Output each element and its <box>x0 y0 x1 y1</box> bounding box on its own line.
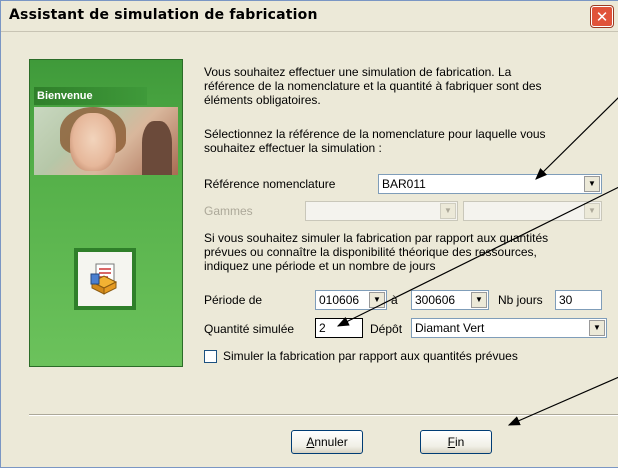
nb-jours-input[interactable]: 30 <box>555 290 602 310</box>
gammes-secondary-combo: ▼ <box>463 201 602 221</box>
nb-jours-label: Nb jours <box>498 293 543 307</box>
welcome-label: Bienvenue <box>34 87 147 105</box>
simulate-forecast-label[interactable]: Simuler la fabrication par rapport aux q… <box>223 349 518 363</box>
annotation-arrow-fin <box>507 376 618 426</box>
depot-combo[interactable]: Diamant Vert ▼ <box>411 318 607 338</box>
fin-button[interactable]: Fin <box>420 430 492 454</box>
calendar-dropdown-icon[interactable]: ▼ <box>471 292 487 308</box>
periode-to-value: 300606 <box>415 293 456 307</box>
select-line-2: souhaitez effectuer la simulation : <box>204 141 382 155</box>
welcome-photo <box>34 107 178 175</box>
fin-label: in <box>455 435 465 449</box>
close-icon: ✕ <box>595 8 609 26</box>
simulate-forecast-checkbox[interactable] <box>204 350 217 363</box>
periode-a-label: à <box>391 293 398 307</box>
periode-from-combo[interactable]: 010606 ▼ <box>315 290 387 310</box>
intro-text: Vous souhaitez effectuer une simulation … <box>204 65 542 107</box>
annotation-arrow-ref <box>535 97 618 180</box>
wizard-window: Assistant de simulation de fabrication ✕… <box>0 0 618 468</box>
periode-from-value: 010606 <box>319 293 360 307</box>
ref-nomenclature-label: Référence nomenclature <box>204 177 336 191</box>
footer-separator <box>29 414 618 416</box>
period-line-3: indiquez une période et un nombre de jou… <box>204 259 436 273</box>
depot-label: Dépôt <box>370 322 403 336</box>
periode-label: Période de <box>204 293 263 307</box>
chevron-down-icon[interactable]: ▼ <box>584 176 600 192</box>
welcome-side-panel: Bienvenue <box>29 59 183 367</box>
depot-value: Diamant Vert <box>415 321 485 335</box>
ref-nomenclature-value: BAR011 <box>382 177 426 191</box>
intro-line-2: référence de la nomenclature et la quant… <box>204 79 542 93</box>
select-line-1: Sélectionnez la référence de la nomencla… <box>204 127 546 141</box>
chevron-down-icon: ▼ <box>584 203 600 219</box>
close-button[interactable]: ✕ <box>591 6 613 27</box>
ref-nomenclature-combo[interactable]: BAR011 ▼ <box>378 174 602 194</box>
gammes-label: Gammes <box>204 204 253 218</box>
gammes-combo: ▼ <box>305 201 458 221</box>
period-instructions: Si vous souhaitez simuler la fabrication… <box>204 231 548 273</box>
intro-line-1: Vous souhaitez effectuer une simulation … <box>204 65 512 79</box>
simulation-app-icon <box>90 263 118 295</box>
quantite-simulee-input[interactable]: 2 <box>315 318 363 338</box>
intro-line-3: éléments obligatoires. <box>204 93 321 107</box>
annuler-button[interactable]: Annuler <box>291 430 363 454</box>
annuler-label: nnuler <box>314 435 348 449</box>
calendar-dropdown-icon[interactable]: ▼ <box>369 292 385 308</box>
quantite-simulee-label: Quantité simulée <box>204 322 295 336</box>
app-icon-frame <box>74 248 136 310</box>
chevron-down-icon: ▼ <box>440 203 456 219</box>
window-title: Assistant de simulation de fabrication <box>9 7 318 23</box>
period-line-1: Si vous souhaitez simuler la fabrication… <box>204 231 549 245</box>
periode-to-combo[interactable]: 300606 ▼ <box>411 290 489 310</box>
photo-face <box>70 113 116 171</box>
title-bar: Assistant de simulation de fabrication ✕ <box>1 1 618 32</box>
select-instructions: Sélectionnez la référence de la nomencla… <box>204 127 546 155</box>
fin-mnemonic: F <box>447 435 455 449</box>
photo-background-person <box>142 121 172 175</box>
period-line-2: prévues ou connaître la disponibilité th… <box>204 245 537 259</box>
chevron-down-icon[interactable]: ▼ <box>589 320 605 336</box>
